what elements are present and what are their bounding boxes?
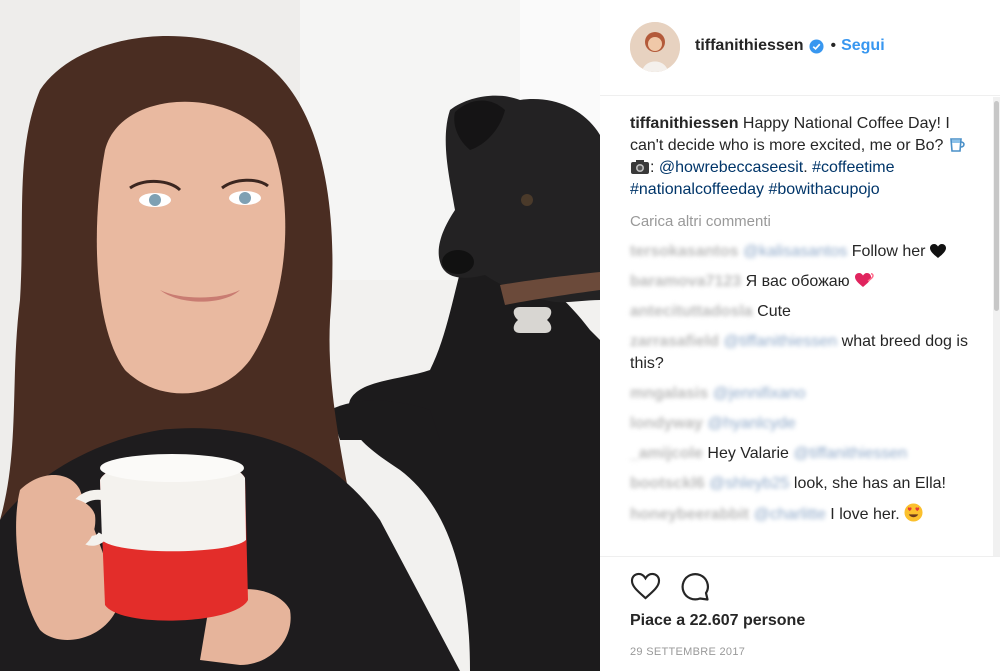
comment-text: Hey Valarie [702,445,794,462]
comment-mention-link[interactable]: @charlitte [754,506,826,523]
comment-mention-link[interactable]: @tiffanithiessen [793,445,907,462]
separator-dot: • [830,37,837,54]
load-more-comments-button[interactable]: Carica altri commenti [630,211,994,233]
caption-username[interactable]: tiffanithiessen [630,115,738,132]
caption-mention-link[interactable]: @howrebeccaseesit [659,159,803,176]
avatar-image [630,22,680,72]
comment-item: antecituttadosla Cute [630,301,975,323]
black-heart-emoji-icon [929,244,946,258]
comment-mention-link[interactable]: @hyanlcyde [707,415,795,432]
two-hearts-emoji-icon [855,273,874,287]
comment-bubble-icon[interactable] [680,571,710,601]
comment-username[interactable]: _amijcole [630,445,703,462]
comment-item: tersokasantos @kalisasantos Follow her [630,241,975,263]
comment-username[interactable]: tersokasantos [630,243,739,260]
comment-mention-link[interactable]: @tiffanithiessen [723,333,837,350]
heart-like-icon[interactable] [630,572,661,600]
comment-mention-link[interactable]: @jennifixano [713,385,806,402]
follow-button[interactable]: Segui [841,37,885,55]
comment-item: _amijcole Hey Valarie @tiffanithiessen [630,443,975,465]
caption-text-2: : [650,159,659,176]
comment-username[interactable]: londyway [630,415,703,432]
hashtag-link[interactable]: #nationalcoffeeday [630,181,764,198]
comment-item: bootsckl6 @shleyb25 look, she has an Ell… [630,473,975,495]
comment-item: zarrasafield @tiffanithiessen what breed… [630,331,975,375]
comment-username[interactable]: mngalasis [630,385,708,402]
comment-mention-link[interactable]: @shleyb25 [709,475,789,492]
photo-illustration [0,0,600,671]
avatar[interactable] [630,22,680,72]
comment-item: honeybeerabbit @charlitte I love her. [630,503,975,526]
comment-item: londyway @hyanlcyde [630,413,975,435]
post-header: tiffanithiessen • Segui [600,0,1000,96]
verified-badge-icon [809,38,824,54]
comment-item: mngalasis @jennifixano [630,383,975,405]
post-date: 29 SETTEMBRE 2017 [630,646,746,658]
coffee-mug-emoji-icon [950,138,965,152]
comment-item: baramova7123 Я вас обожаю [630,271,975,293]
comment-text: look, she has an Ella! [789,475,946,492]
header-username[interactable]: tiffanithiessen [695,37,803,55]
comment-username[interactable]: bootsckl6 [630,475,705,492]
hashtag-link[interactable]: #bowithacupojo [769,181,880,198]
comment-username[interactable]: zarrasafield [630,333,719,350]
caption-text-3: . [803,159,813,176]
comments-list: tiffanithiessen Happy National Coffee Da… [600,97,994,556]
comment-text: Follow her [847,243,930,260]
comment-text: Cute [752,303,791,320]
comment-username[interactable]: honeybeerabbit [630,506,749,523]
comments-scrollbar[interactable] [993,97,1000,556]
likes-count[interactable]: Piace a 22.607 persone [630,612,805,630]
comment-mention-link[interactable]: @kalisasantos [743,243,847,260]
scrollbar-thumb[interactable] [994,101,999,311]
camera-emoji-icon [631,160,649,174]
post-actions: Piace a 22.607 persone 29 SETTEMBRE 2017 [600,556,1000,671]
comment-text: I love her. [825,506,905,523]
post-caption: tiffanithiessen Happy National Coffee Da… [630,113,975,201]
comment-text: Я вас обожаю [741,273,855,290]
post-side-panel: tiffanithiessen • Segui tiffanithiessen … [600,0,1000,671]
comment-username[interactable]: antecituttadosla [630,303,753,320]
post-photo [0,0,600,671]
heart-eyes-emoji-icon [904,503,923,522]
comment-username[interactable]: baramova7123 [630,273,741,290]
hashtag-link[interactable]: #coffeetime [812,159,894,176]
